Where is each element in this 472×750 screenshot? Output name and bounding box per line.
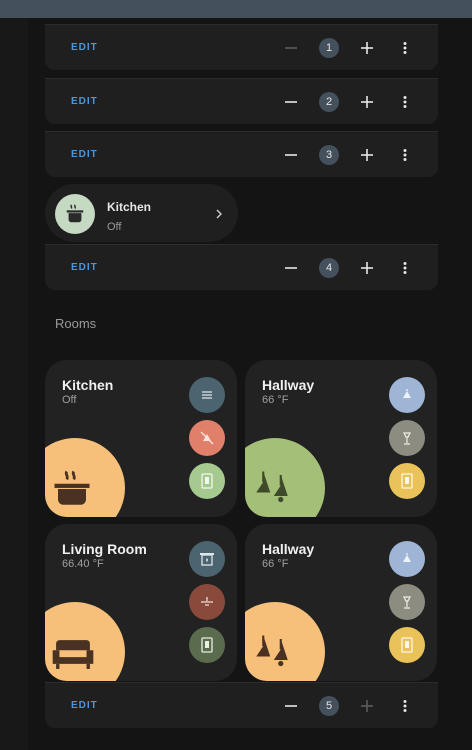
switch-button[interactable] bbox=[389, 463, 425, 499]
switch-button[interactable] bbox=[189, 627, 225, 663]
increase-button[interactable] bbox=[356, 37, 378, 59]
switch-button[interactable] bbox=[389, 627, 425, 663]
minus-icon bbox=[285, 101, 297, 103]
section-title: Rooms bbox=[55, 316, 97, 331]
lamp-button[interactable] bbox=[389, 420, 425, 456]
stove-icon bbox=[55, 194, 95, 234]
light-off-icon bbox=[200, 431, 214, 445]
room-card-living-room[interactable]: Living Room 66.40 °F bbox=[45, 524, 237, 681]
light-button[interactable] bbox=[389, 541, 425, 577]
decrease-button[interactable] bbox=[280, 37, 302, 59]
increase-button[interactable] bbox=[356, 144, 378, 166]
position-badge: 4 bbox=[319, 258, 339, 278]
decrease-button[interactable] bbox=[280, 91, 302, 113]
room-name: Hallway bbox=[262, 541, 315, 557]
top-bar bbox=[0, 0, 472, 18]
position-badge: 3 bbox=[319, 145, 339, 165]
room-name: Kitchen bbox=[62, 377, 114, 393]
minus-icon bbox=[285, 267, 297, 269]
plus-icon bbox=[361, 96, 373, 108]
switch-button[interactable] bbox=[189, 463, 225, 499]
edit-row-4: EDIT 4 bbox=[45, 244, 438, 290]
minus-icon bbox=[285, 705, 297, 707]
ceiling-fan-button[interactable] bbox=[189, 584, 225, 620]
chip-title: Kitchen bbox=[107, 200, 152, 214]
edit-row-2: EDIT 2 bbox=[45, 78, 438, 124]
sofa-icon bbox=[51, 632, 95, 677]
light-icon bbox=[403, 389, 411, 398]
more-options-button[interactable] bbox=[394, 257, 416, 279]
lamp-icon bbox=[403, 596, 411, 609]
light-button[interactable] bbox=[189, 420, 225, 456]
edit-button[interactable]: EDIT bbox=[71, 700, 98, 711]
stove-icon bbox=[51, 468, 93, 515]
fireplace-icon bbox=[200, 553, 214, 566]
plus-icon bbox=[361, 262, 373, 274]
edit-row-5: EDIT 5 bbox=[45, 682, 438, 728]
plus-icon bbox=[361, 42, 373, 54]
edit-row-1: EDIT 1 bbox=[45, 24, 438, 70]
more-vertical-icon bbox=[403, 42, 407, 54]
increase-button[interactable] bbox=[356, 91, 378, 113]
light-icon bbox=[403, 553, 411, 562]
edit-row-3: EDIT 3 bbox=[45, 131, 438, 177]
ceiling-lights-icon bbox=[251, 468, 293, 515]
edit-button[interactable]: EDIT bbox=[71, 42, 98, 53]
room-card-hallway[interactable]: Hallway 66 °F bbox=[245, 360, 437, 517]
thermostat-button[interactable] bbox=[189, 377, 225, 413]
lamp-icon bbox=[403, 432, 411, 445]
edit-button[interactable]: EDIT bbox=[71, 96, 98, 107]
room-card-kitchen[interactable]: Kitchen Off bbox=[45, 360, 237, 517]
room-name: Living Room bbox=[62, 541, 147, 557]
room-state: 66.40 °F bbox=[62, 558, 104, 570]
decrease-button[interactable] bbox=[280, 144, 302, 166]
minus-icon bbox=[285, 47, 297, 49]
position-badge: 2 bbox=[319, 92, 339, 112]
more-options-button[interactable] bbox=[394, 91, 416, 113]
more-vertical-icon bbox=[403, 149, 407, 161]
ceiling-lights-icon bbox=[251, 632, 293, 679]
decrease-button[interactable] bbox=[280, 695, 302, 717]
more-vertical-icon bbox=[403, 262, 407, 274]
position-badge: 5 bbox=[319, 696, 339, 716]
room-state: Off bbox=[62, 394, 77, 406]
room-card-hallway-2[interactable]: Hallway 66 °F bbox=[245, 524, 437, 681]
ceiling-fan-icon bbox=[201, 597, 213, 606]
room-state: 66 °F bbox=[262, 558, 289, 570]
switch-icon bbox=[201, 473, 213, 489]
thermostat-icon bbox=[202, 391, 212, 399]
left-panel-edge bbox=[0, 18, 28, 750]
more-options-button[interactable] bbox=[394, 144, 416, 166]
edit-button[interactable]: EDIT bbox=[71, 262, 98, 273]
increase-button[interactable] bbox=[356, 695, 378, 717]
position-badge: 1 bbox=[319, 38, 339, 58]
switch-icon bbox=[401, 473, 413, 489]
switch-icon bbox=[401, 637, 413, 653]
edit-button[interactable]: EDIT bbox=[71, 149, 98, 160]
more-vertical-icon bbox=[403, 700, 407, 712]
more-options-button[interactable] bbox=[394, 37, 416, 59]
room-name: Hallway bbox=[262, 377, 315, 393]
fireplace-button[interactable] bbox=[189, 541, 225, 577]
switch-icon bbox=[201, 637, 213, 653]
chip-state: Off bbox=[107, 221, 122, 233]
lamp-button[interactable] bbox=[389, 584, 425, 620]
light-button[interactable] bbox=[389, 377, 425, 413]
decrease-button[interactable] bbox=[280, 257, 302, 279]
more-vertical-icon bbox=[403, 96, 407, 108]
minus-icon bbox=[285, 154, 297, 156]
plus-icon bbox=[361, 149, 373, 161]
more-options-button[interactable] bbox=[394, 695, 416, 717]
plus-icon bbox=[361, 700, 373, 712]
chevron-right-icon bbox=[214, 206, 224, 224]
room-state: 66 °F bbox=[262, 394, 289, 406]
increase-button[interactable] bbox=[356, 257, 378, 279]
kitchen-area-chip[interactable]: Kitchen Off bbox=[45, 184, 238, 242]
